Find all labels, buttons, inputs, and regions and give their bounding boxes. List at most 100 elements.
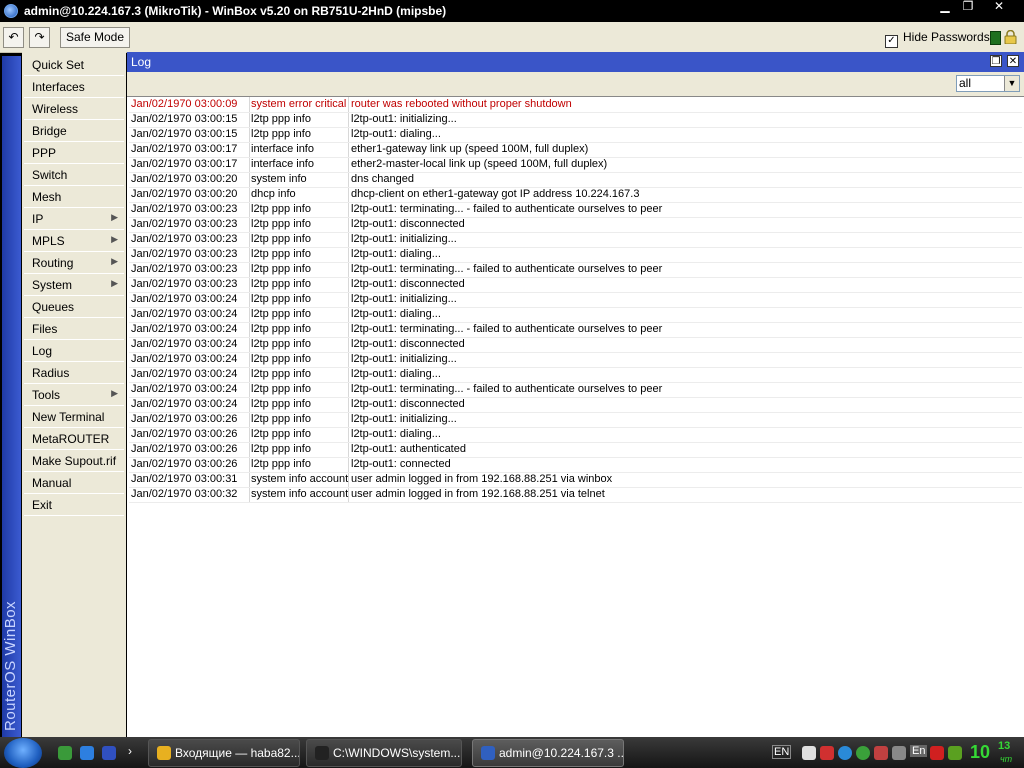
log-row[interactable]: Jan/02/1970 03:00:32 system info account u… <box>129 487 1022 503</box>
menu-item-queues[interactable]: Queues <box>24 296 124 318</box>
brand-label: RouterOS WinBox <box>2 600 19 731</box>
nvidia-icon[interactable] <box>948 746 962 760</box>
log-message: l2tp-out1: disconnected <box>351 278 465 290</box>
log-filter-value: all <box>959 76 972 90</box>
menu-item-label: Mesh <box>32 190 62 204</box>
taskbar-task-button[interactable]: admin@10.224.167.3 ... <box>472 739 624 767</box>
utorrent-icon[interactable] <box>856 746 870 760</box>
log-row[interactable]: Jan/02/1970 03:00:23 l2tp ppp info l2tp-ou… <box>129 202 1022 218</box>
menu-item-mesh[interactable]: Mesh <box>24 186 124 208</box>
antivirus-icon[interactable] <box>930 746 944 760</box>
log-row[interactable]: Jan/02/1970 03:00:23 l2tp ppp info l2tp-ou… <box>129 232 1022 248</box>
log-row[interactable]: Jan/02/1970 03:00:24 l2tp ppp info l2tp-ou… <box>129 352 1022 368</box>
log-row[interactable]: Jan/02/1970 03:00:24 l2tp ppp info l2tp-ou… <box>129 322 1022 338</box>
log-row[interactable]: Jan/02/1970 03:00:26 l2tp ppp info l2tp-ou… <box>129 442 1022 458</box>
tray-app-icon[interactable] <box>838 746 852 760</box>
language-indicator[interactable]: EN <box>772 745 792 759</box>
log-row[interactable]: Jan/02/1970 03:00:17 interface info ether1… <box>129 142 1022 158</box>
quicklaunch-app-icon[interactable] <box>102 746 116 760</box>
log-row[interactable]: Jan/02/1970 03:00:23 l2tp ppp info l2tp-ou… <box>129 262 1022 278</box>
menu-item-make-supout-rif[interactable]: Make Supout.rif <box>24 450 124 472</box>
log-row[interactable]: Jan/02/1970 03:00:20 dhcp info dhcp-client… <box>129 187 1022 203</box>
log-row[interactable]: Jan/02/1970 03:00:17 interface info ether2… <box>129 157 1022 173</box>
clock-minute[interactable]: 13 <box>998 740 1010 752</box>
menu-item-switch[interactable]: Switch <box>24 164 124 186</box>
menu-item-wireless[interactable]: Wireless <box>24 98 124 120</box>
maximize-button[interactable]: ❐ <box>955 0 981 14</box>
menu-item-label: Files <box>32 322 58 336</box>
submenu-arrow-icon: ▶ <box>111 388 118 398</box>
tray-app-icon[interactable] <box>892 746 906 760</box>
volume-icon[interactable] <box>874 746 888 760</box>
lock-icon <box>1004 30 1017 44</box>
taskbar-task-label: C:\WINDOWS\system... <box>333 746 461 760</box>
menu-item-tools[interactable]: Tools ▶ <box>24 384 124 406</box>
log-row[interactable]: Jan/02/1970 03:00:15 l2tp ppp info l2tp-ou… <box>129 127 1022 143</box>
menu-item-metarouter[interactable]: MetaROUTER <box>24 428 124 450</box>
close-button[interactable]: ✕ <box>986 0 1012 14</box>
hide-passwords-toggle[interactable]: ✓ Hide Passwords <box>885 30 990 48</box>
log-topics: l2tp ppp info <box>251 248 311 260</box>
internet-explorer-icon[interactable] <box>80 746 94 760</box>
log-row[interactable]: Jan/02/1970 03:00:31 system info account u… <box>129 472 1022 488</box>
close-window-button[interactable]: ✕ <box>1007 55 1019 67</box>
menu-item-ip[interactable]: IP ▶ <box>24 208 124 230</box>
menu-item-log[interactable]: Log <box>24 340 124 362</box>
menu-item-files[interactable]: Files <box>24 318 124 340</box>
shield-icon[interactable] <box>802 746 816 760</box>
log-time: Jan/02/1970 03:00:32 <box>131 488 238 500</box>
taskbar-task-button[interactable]: C:\WINDOWS\system... <box>306 739 462 767</box>
taskbar-task-button[interactable]: Входящие — haba82... <box>148 739 300 767</box>
log-message: l2tp-out1: dialing... <box>351 248 441 260</box>
hide-passwords-checkbox[interactable]: ✓ <box>885 35 898 48</box>
menu-item-manual[interactable]: Manual <box>24 472 124 494</box>
clock-day[interactable]: чт <box>1000 754 1012 764</box>
restore-window-button[interactable]: ❐ <box>990 55 1002 67</box>
log-row[interactable]: Jan/02/1970 03:00:15 l2tp ppp info l2tp-ou… <box>129 112 1022 128</box>
redo-button[interactable]: ↷ <box>29 27 50 48</box>
menu-item-ppp[interactable]: PPP <box>24 142 124 164</box>
connection-status-icon <box>990 31 1001 45</box>
log-row[interactable]: Jan/02/1970 03:00:26 l2tp ppp info l2tp-ou… <box>129 412 1022 428</box>
log-topics: system error critical <box>251 98 347 110</box>
menu-item-label: Make Supout.rif <box>32 454 117 468</box>
log-filter-select[interactable]: all ▼ <box>956 75 1020 92</box>
clock-hour[interactable]: 10 <box>970 742 990 763</box>
keyboard-layout-indicator[interactable]: En <box>910 745 928 757</box>
log-time: Jan/02/1970 03:00:24 <box>131 383 238 395</box>
log-window-title: Log <box>131 55 152 69</box>
menu-item-new-terminal[interactable]: New Terminal <box>24 406 124 428</box>
menu-item-interfaces[interactable]: Interfaces <box>24 76 124 98</box>
log-message: l2tp-out1: authenticated <box>351 443 466 455</box>
undo-button[interactable]: ↶ <box>3 27 24 48</box>
log-row[interactable]: Jan/02/1970 03:00:23 l2tp ppp info l2tp-ou… <box>129 277 1022 293</box>
log-row[interactable]: Jan/02/1970 03:00:23 l2tp ppp info l2tp-ou… <box>129 217 1022 233</box>
menu-item-bridge[interactable]: Bridge <box>24 120 124 142</box>
log-row[interactable]: Jan/02/1970 03:00:26 l2tp ppp info l2tp-ou… <box>129 457 1022 473</box>
menu-item-exit[interactable]: Exit <box>24 494 124 516</box>
start-button[interactable] <box>4 738 42 768</box>
log-row[interactable]: Jan/02/1970 03:00:23 l2tp ppp info l2tp-ou… <box>129 247 1022 263</box>
menu-item-quick-set[interactable]: Quick Set <box>24 54 124 76</box>
log-row[interactable]: Jan/02/1970 03:00:20 system info dns chang… <box>129 172 1022 188</box>
safe-mode-button[interactable]: Safe Mode <box>60 27 130 48</box>
log-row[interactable]: Jan/02/1970 03:00:24 l2tp ppp info l2tp-ou… <box>129 397 1022 413</box>
log-row[interactable]: Jan/02/1970 03:00:24 l2tp ppp info l2tp-ou… <box>129 337 1022 353</box>
title-bar: admin@10.224.167.3 (MikroTik) - WinBox v… <box>0 0 1024 22</box>
menu-item-system[interactable]: System ▶ <box>24 274 124 296</box>
menu-item-mpls[interactable]: MPLS ▶ <box>24 230 124 252</box>
dropdown-arrow-icon[interactable]: ▼ <box>1004 76 1019 91</box>
log-row[interactable]: Jan/02/1970 03:00:09 system error critica… <box>129 97 1022 113</box>
menu-item-routing[interactable]: Routing ▶ <box>24 252 124 274</box>
log-row[interactable]: Jan/02/1970 03:00:24 l2tp ppp info l2tp-ou… <box>129 292 1022 308</box>
menu-item-radius[interactable]: Radius <box>24 362 124 384</box>
log-row[interactable]: Jan/02/1970 03:00:24 l2tp ppp info l2tp-ou… <box>129 367 1022 383</box>
menu-item-label: Queues <box>32 300 75 314</box>
log-row[interactable]: Jan/02/1970 03:00:24 l2tp ppp info l2tp-ou… <box>129 307 1022 323</box>
log-row[interactable]: Jan/02/1970 03:00:24 l2tp ppp info l2tp-ou… <box>129 382 1022 398</box>
quicklaunch-app-icon[interactable] <box>58 746 72 760</box>
log-row[interactable]: Jan/02/1970 03:00:26 l2tp ppp info l2tp-ou… <box>129 427 1022 443</box>
quicklaunch-chevron-icon[interactable]: › <box>128 744 132 758</box>
log-time: Jan/02/1970 03:00:23 <box>131 218 238 230</box>
tray-app-icon[interactable] <box>820 746 834 760</box>
